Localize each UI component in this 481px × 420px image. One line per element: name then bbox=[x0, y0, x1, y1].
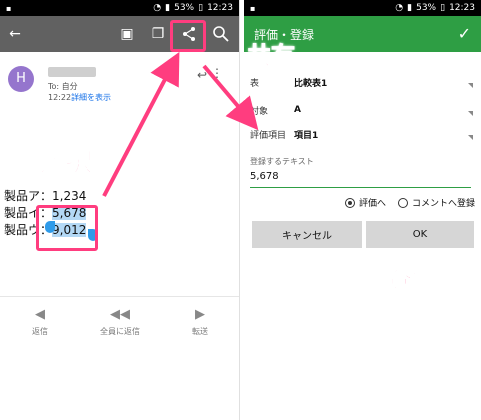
arrow-select-to-share bbox=[102, 51, 180, 197]
share-highlight-box bbox=[170, 20, 206, 52]
selection-highlight-box bbox=[36, 205, 98, 251]
arrow-share-to-register bbox=[202, 64, 259, 131]
select-annotation: 選択 bbox=[39, 148, 93, 179]
register-annotation: 登録 bbox=[385, 266, 439, 297]
share-annotation: 共有 bbox=[247, 42, 296, 71]
